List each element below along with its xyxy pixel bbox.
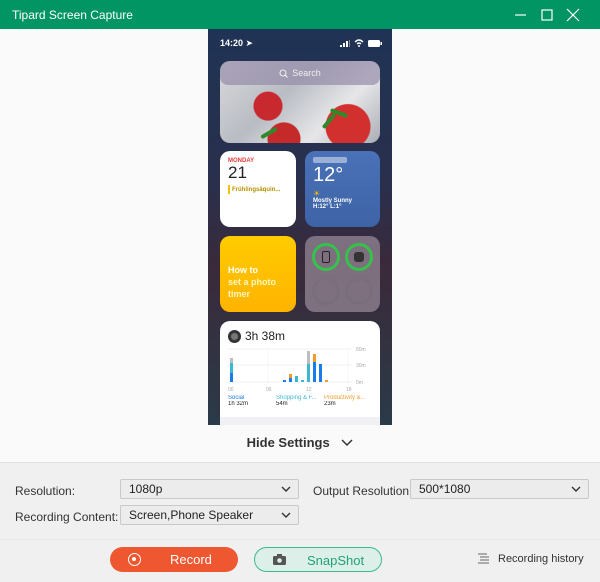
signal-icon xyxy=(340,39,350,47)
watch-icon xyxy=(354,252,364,262)
category-productivity: Productivity &... 23m xyxy=(324,395,366,407)
phone-icon xyxy=(322,251,330,263)
usage-categories: Social 1h 32m Shopping & F... 54m Producti… xyxy=(228,395,372,407)
close-icon xyxy=(566,8,580,22)
settings-panel: Resolution: 1080p Output Resolution: 500… xyxy=(0,462,600,540)
y-tick: 60m xyxy=(356,347,366,353)
watch-battery-ring xyxy=(345,243,373,271)
sun-icon: ☀ xyxy=(313,189,321,198)
category-shopping: Shopping & F... 54m xyxy=(276,395,317,407)
widget-overflow xyxy=(220,417,380,425)
phone-screen-preview: 14:20 ➤ Search MONDAY 21 Frühlingsäquin.… xyxy=(208,29,392,425)
y-tick: 0m xyxy=(356,380,363,386)
record-button[interactable]: Record xyxy=(110,547,238,572)
chevron-down-icon xyxy=(281,486,291,492)
resolution-select[interactable]: 1080p xyxy=(120,479,299,499)
maximize-button[interactable] xyxy=(537,5,557,25)
weather-widget: 12° ☀ Mostly Sunny H:12° L:1° xyxy=(305,151,380,227)
minimize-icon xyxy=(515,14,526,16)
chevron-down-icon xyxy=(341,439,353,446)
battery-icon xyxy=(368,39,382,47)
title-bar: Tipard Screen Capture xyxy=(0,0,600,29)
empty-battery-ring xyxy=(312,277,340,305)
x-tick: 06 xyxy=(266,387,272,393)
empty-battery-ring xyxy=(345,277,373,305)
search-bar[interactable]: Search xyxy=(220,61,380,85)
recording-history-button[interactable]: Recording history xyxy=(478,553,584,565)
category-social: Social 1h 32m xyxy=(228,395,249,407)
tips-widget: How to set a photo timer xyxy=(220,236,296,312)
output-resolution-label: Output Resolution: xyxy=(313,484,413,498)
phone-battery-ring xyxy=(312,243,340,271)
minimize-button[interactable] xyxy=(511,5,531,25)
status-time: 14:20 ➤ xyxy=(220,38,254,48)
batteries-widget xyxy=(305,236,380,312)
recording-content-label: Recording Content: xyxy=(15,510,119,524)
snapshot-button[interactable]: SnapShot xyxy=(254,547,382,572)
status-icons xyxy=(340,39,382,47)
usage-chart: 00 06 12 18 60m 30m 0m xyxy=(227,347,372,393)
search-icon xyxy=(279,68,289,78)
maximize-icon xyxy=(541,9,553,21)
hide-settings-toggle[interactable]: Hide Settings xyxy=(0,434,600,450)
camera-icon xyxy=(273,554,286,565)
wifi-icon xyxy=(354,39,364,47)
y-tick: 30m xyxy=(356,363,366,369)
x-tick: 00 xyxy=(228,387,234,393)
list-icon xyxy=(478,553,489,564)
chevron-down-icon xyxy=(571,486,581,492)
recording-content-select[interactable]: Screen,Phone Speaker xyxy=(120,505,299,525)
record-icon xyxy=(128,553,141,566)
calendar-widget: MONDAY 21 Frühlingsäquin... xyxy=(220,151,296,227)
resolution-label: Resolution: xyxy=(15,484,76,498)
screen-time-widget: 3h 38m 00 06 12 18 60m 30m 0m Social 1h … xyxy=(220,321,380,425)
photo-widget: Search xyxy=(220,61,380,143)
location-arrow-icon: ➤ xyxy=(245,38,254,48)
x-tick: 18 xyxy=(346,387,352,393)
close-button[interactable] xyxy=(563,5,583,25)
x-tick: 12 xyxy=(306,387,312,393)
footer-bar: Record SnapShot Recording history xyxy=(0,540,600,582)
chevron-down-icon xyxy=(281,512,291,518)
avatar xyxy=(228,329,241,343)
output-resolution-select[interactable]: 500*1080 xyxy=(410,479,589,499)
window-title: Tipard Screen Capture xyxy=(12,8,133,22)
usage-bars xyxy=(230,351,328,382)
